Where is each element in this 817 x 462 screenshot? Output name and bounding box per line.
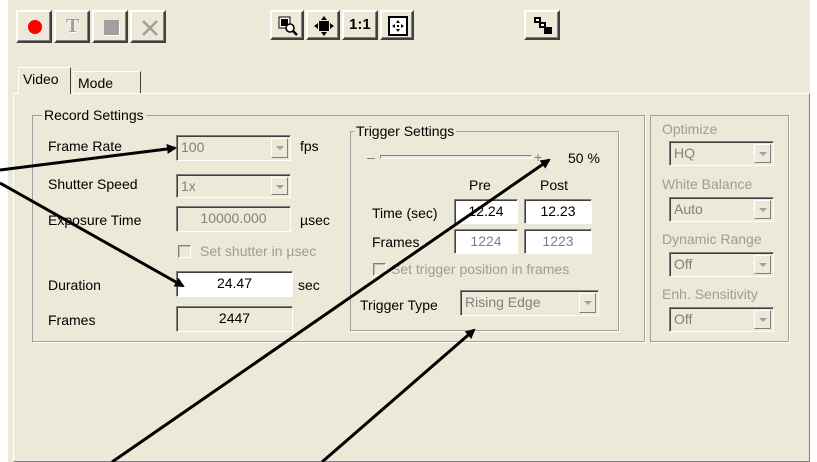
- arrow-to-trigger-slider: [111, 158, 551, 462]
- arrow-to-frame-rate: [0, 144, 177, 172]
- annotation-arrows: [0, 144, 551, 462]
- arrow-to-trigger-type: [321, 328, 476, 462]
- tab-video-label: Video: [23, 71, 59, 87]
- tab-video[interactable]: Video: [18, 67, 71, 94]
- arrow-to-duration: [0, 181, 185, 288]
